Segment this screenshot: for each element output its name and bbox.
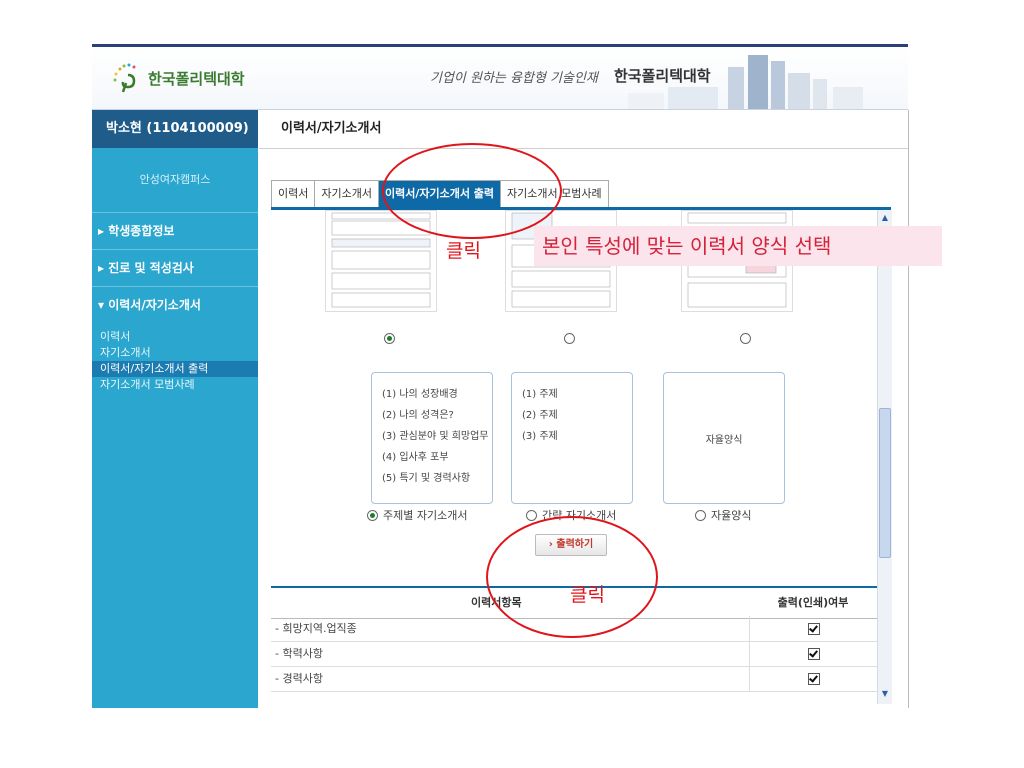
- tab-resume[interactable]: 이력서: [271, 180, 316, 207]
- self-intro-label-free: 자율양식: [711, 509, 752, 522]
- submenu-resume[interactable]: 이력서: [92, 329, 258, 345]
- card-line: (5) 특기 및 경력사항: [382, 473, 471, 484]
- annotation-click-top: 클릭: [446, 240, 481, 262]
- menu-student-info[interactable]: ▸ 학생종합정보: [92, 213, 258, 250]
- submenu-examples[interactable]: 자기소개서 모범사례: [92, 377, 258, 393]
- scroll-up-arrow-icon[interactable]: ▲: [879, 212, 891, 224]
- submenu-self-intro[interactable]: 자기소개서: [92, 345, 258, 361]
- print-checkbox[interactable]: [808, 673, 820, 685]
- scroll-down-arrow-icon[interactable]: ▼: [879, 688, 891, 700]
- print-checkbox[interactable]: [808, 648, 820, 660]
- tab-self-intro[interactable]: 자기소개서: [314, 180, 379, 207]
- annotation-oval-tab: [382, 143, 562, 239]
- row-item-label: - 경력사항: [275, 672, 323, 685]
- card-line: (1) 주제: [522, 389, 558, 400]
- row-item-label: - 희망지역.업직종: [275, 622, 357, 635]
- self-intro-radio-topic[interactable]: [367, 510, 378, 521]
- submenu-list: 이력서 자기소개서 이력서/자기소개서 출력 자기소개서 모범사례: [92, 323, 258, 393]
- card-line: (3) 주제: [522, 431, 558, 442]
- card-line: (1) 나의 성장배경: [382, 389, 458, 400]
- card-line: (2) 나의 성격은?: [382, 410, 454, 421]
- card-line: (3) 관심분야 및 희망업무: [382, 431, 489, 442]
- self-intro-radio-brief[interactable]: [526, 510, 537, 521]
- resume-template-radio-3[interactable]: [740, 333, 751, 344]
- card-line: 자율양식: [705, 434, 743, 446]
- user-name: 박소현 (1104100009): [92, 110, 258, 148]
- sidebar: 박소현 (1104100009) 안성여자캠퍼스 ▸ 학생종합정보 ▸ 진로 및…: [92, 110, 258, 708]
- annotation-instruction: 본인 특성에 맞는 이력서 양식 선택: [534, 226, 942, 266]
- resume-template-radio-2[interactable]: [564, 333, 575, 344]
- card-line: (4) 입사후 포부: [382, 452, 449, 463]
- logo-swirl-icon: [110, 61, 144, 95]
- skyline-image: [628, 55, 863, 109]
- card-line: (2) 주제: [522, 410, 558, 421]
- site-header: 한국폴리텍대학 기업이 원하는 융합형 기술인재 한국폴리텍대학: [92, 47, 908, 110]
- self-intro-card-brief[interactable]: (1) 주제 (2) 주제 (3) 주제: [511, 372, 633, 504]
- slogan: 기업이 원하는 융합형 기술인재: [430, 71, 598, 86]
- table-row: - 경력사항: [271, 666, 877, 692]
- self-intro-card-topic[interactable]: (1) 나의 성장배경 (2) 나의 성격은? (3) 관심분야 및 희망업무 …: [371, 372, 493, 504]
- self-intro-label-topic: 주제별 자기소개서: [383, 509, 468, 522]
- self-intro-card-free[interactable]: 자율양식: [663, 372, 785, 504]
- submenu-print[interactable]: 이력서/자기소개서 출력: [92, 361, 258, 377]
- self-intro-radio-free[interactable]: [695, 510, 706, 521]
- vertical-scrollbar[interactable]: ▲ ▼: [877, 210, 892, 704]
- logo[interactable]: 한국폴리텍대학: [110, 61, 245, 95]
- row-print-cell: [749, 616, 877, 641]
- column-header-print: 출력(인쇄)여부: [777, 596, 849, 609]
- row-print-cell: [749, 641, 877, 666]
- logo-text: 한국폴리텍대학: [148, 69, 245, 88]
- resume-template-radio-1[interactable]: [384, 333, 395, 344]
- row-print-cell: [749, 666, 877, 691]
- page-title: 이력서/자기소개서: [259, 110, 908, 149]
- annotation-oval-print: [486, 516, 658, 638]
- annotation-click-bottom: 클릭: [570, 584, 605, 606]
- scrollbar-thumb[interactable]: [879, 408, 891, 558]
- row-item-label: - 학력사항: [275, 647, 323, 660]
- menu-career-test[interactable]: ▸ 진로 및 적성검사: [92, 250, 258, 287]
- table-row: - 학력사항: [271, 641, 877, 667]
- menu-resume[interactable]: ▾ 이력서/자기소개서: [92, 287, 258, 323]
- campus-name: 안성여자캠퍼스: [92, 148, 258, 213]
- print-checkbox[interactable]: [808, 623, 820, 635]
